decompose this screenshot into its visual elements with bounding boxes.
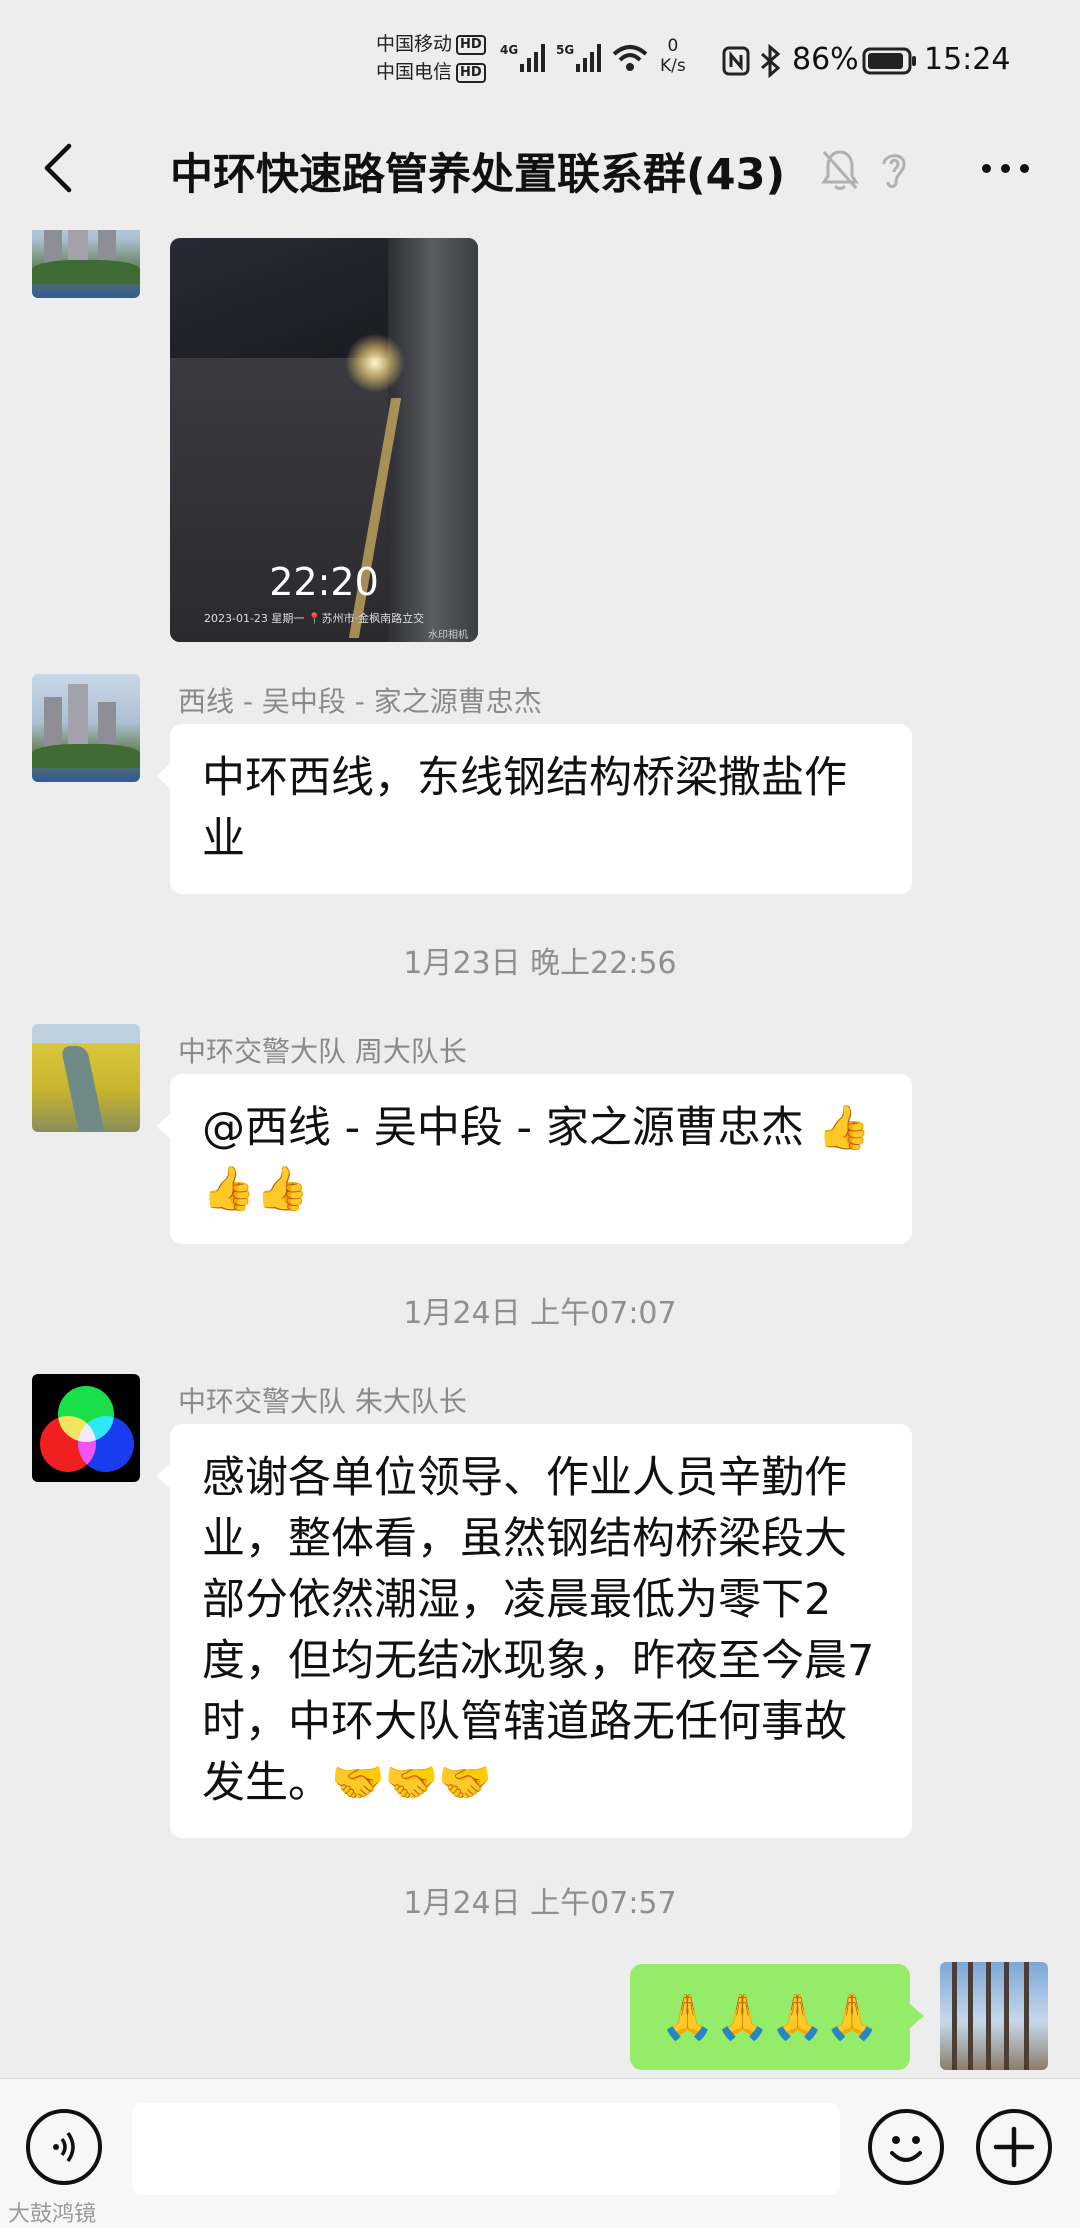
more-options-button[interactable] [970, 138, 1040, 198]
photo-watermark: 水印相机 [428, 630, 468, 641]
message-bubble[interactable]: @西线 - 吴中段 - 家之源曹忠杰 👍👍👍 [156, 1074, 912, 1244]
photo-time: 22:20 [269, 560, 379, 604]
bluetooth-icon [761, 44, 781, 78]
timestamp: 1月24日 上午07:57 [403, 1886, 677, 1921]
network-type-4g: 4G [500, 43, 518, 57]
sender-name: 中环交警大队 周大队长 [178, 1035, 467, 1068]
message-photo[interactable]: 22:20 2023-01-23 星期一 📍苏州市·金枫南路立交 水印相机 [170, 238, 478, 642]
carrier-2: 中国电信 [376, 61, 453, 83]
battery-percent: 86% [792, 42, 859, 77]
message-input[interactable] [132, 2103, 840, 2195]
hd-badge: HD [456, 63, 486, 83]
wifi-icon [612, 45, 648, 71]
timestamp: 1月23日 晚上22:56 [403, 946, 677, 981]
network-speed: 0 K/s [660, 36, 686, 76]
clock: 15:24 [924, 42, 1011, 77]
signal-4g-icon: 4G [500, 43, 545, 72]
back-button[interactable] [28, 136, 88, 200]
source-watermark: 大鼓鸿镜 [8, 2202, 97, 2227]
avatar[interactable] [32, 1374, 140, 1482]
earpiece-mode-icon [882, 154, 906, 188]
hd-badge: HD [456, 35, 486, 55]
my-avatar[interactable] [940, 1962, 1048, 2070]
input-bar [0, 2078, 1080, 2228]
message-bubble[interactable]: 感谢各单位领导、作业人员辛勤作业，整体看，虽然钢结构桥梁段大部分依然潮湿，凌晨最… [156, 1424, 912, 1838]
emoji-icon [890, 2136, 922, 2162]
sender-name: 中环交警大队 朱大队长 [178, 1385, 467, 1418]
sender-name: 西线 - 吴中段 - 家之源曹忠杰 [178, 685, 542, 718]
message-bubble[interactable]: 中环西线，东线钢结构桥梁撒盐作业 [156, 724, 912, 894]
battery-icon [862, 47, 916, 75]
plus-icon [993, 2126, 1035, 2168]
emoji-button[interactable] [868, 2109, 944, 2185]
photo-location-info: 2023-01-23 星期一 📍苏州市·金枫南路立交 [204, 612, 425, 625]
signal-5g-icon: 5G [556, 43, 601, 72]
chevron-left-icon [44, 143, 72, 193]
voice-icon [53, 2131, 75, 2163]
voice-input-button[interactable] [26, 2109, 102, 2185]
chat-title: 中环快速路管养处置联系群(43) [170, 150, 786, 200]
network-type-5g: 5G [556, 43, 574, 57]
plus-button[interactable] [976, 2109, 1052, 2185]
timestamp: 1月24日 上午07:07 [403, 1296, 677, 1331]
status-bar: 中国移动 HD 中国电信 HD 4G 5G 0 K/s 86% 15:24 [0, 0, 1080, 118]
nfc-icon [722, 46, 750, 76]
chat-header: 中环快速路管养处置联系群(43) [0, 118, 1080, 218]
avatar[interactable] [32, 1024, 140, 1132]
carrier-1: 中国移动 [376, 33, 453, 55]
carrier-info: 中国移动 HD 中国电信 HD [376, 30, 486, 86]
mute-bell-icon [821, 150, 859, 190]
my-message-bubble[interactable]: 🙏🙏🙏🙏 [630, 1964, 924, 2070]
avatar[interactable] [32, 674, 140, 782]
